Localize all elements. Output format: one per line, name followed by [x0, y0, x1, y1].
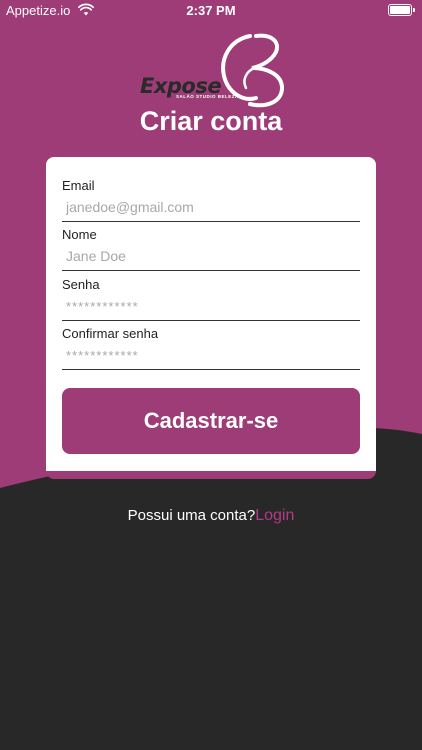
name-field-group: Nome — [62, 226, 360, 271]
battery-icon — [388, 4, 415, 16]
login-link[interactable]: Login — [255, 507, 294, 524]
email-input[interactable] — [62, 199, 360, 222]
status-bar: Appetize.io 2:37 PM — [0, 0, 422, 20]
signup-button[interactable]: Cadastrar-se — [62, 388, 360, 454]
password-input[interactable] — [62, 298, 360, 321]
page-title: Criar conta — [139, 106, 283, 136]
email-label: Email — [62, 178, 95, 193]
login-question: Possui uma conta? — [127, 507, 256, 524]
confirm-password-field-group: Confirmar senha — [62, 325, 360, 370]
brand-logo: Expose SALÃO STUDIO BELEZA — [140, 32, 290, 110]
email-field-group: Email — [62, 177, 360, 222]
name-input[interactable] — [62, 248, 360, 271]
login-prompt: Possui uma conta?Login — [0, 507, 422, 525]
password-field-group: Senha — [62, 276, 360, 321]
password-label: Senha — [62, 277, 100, 292]
confirm-password-input[interactable] — [62, 347, 360, 370]
signup-card: Email Nome Senha Confirmar senha Cadastr… — [46, 157, 376, 479]
name-label: Nome — [62, 227, 97, 242]
clock: 2:37 PM — [186, 3, 236, 18]
confirm-password-label: Confirmar senha — [62, 326, 159, 341]
logo-tagline: SALÃO STUDIO BELEZA — [176, 94, 239, 99]
